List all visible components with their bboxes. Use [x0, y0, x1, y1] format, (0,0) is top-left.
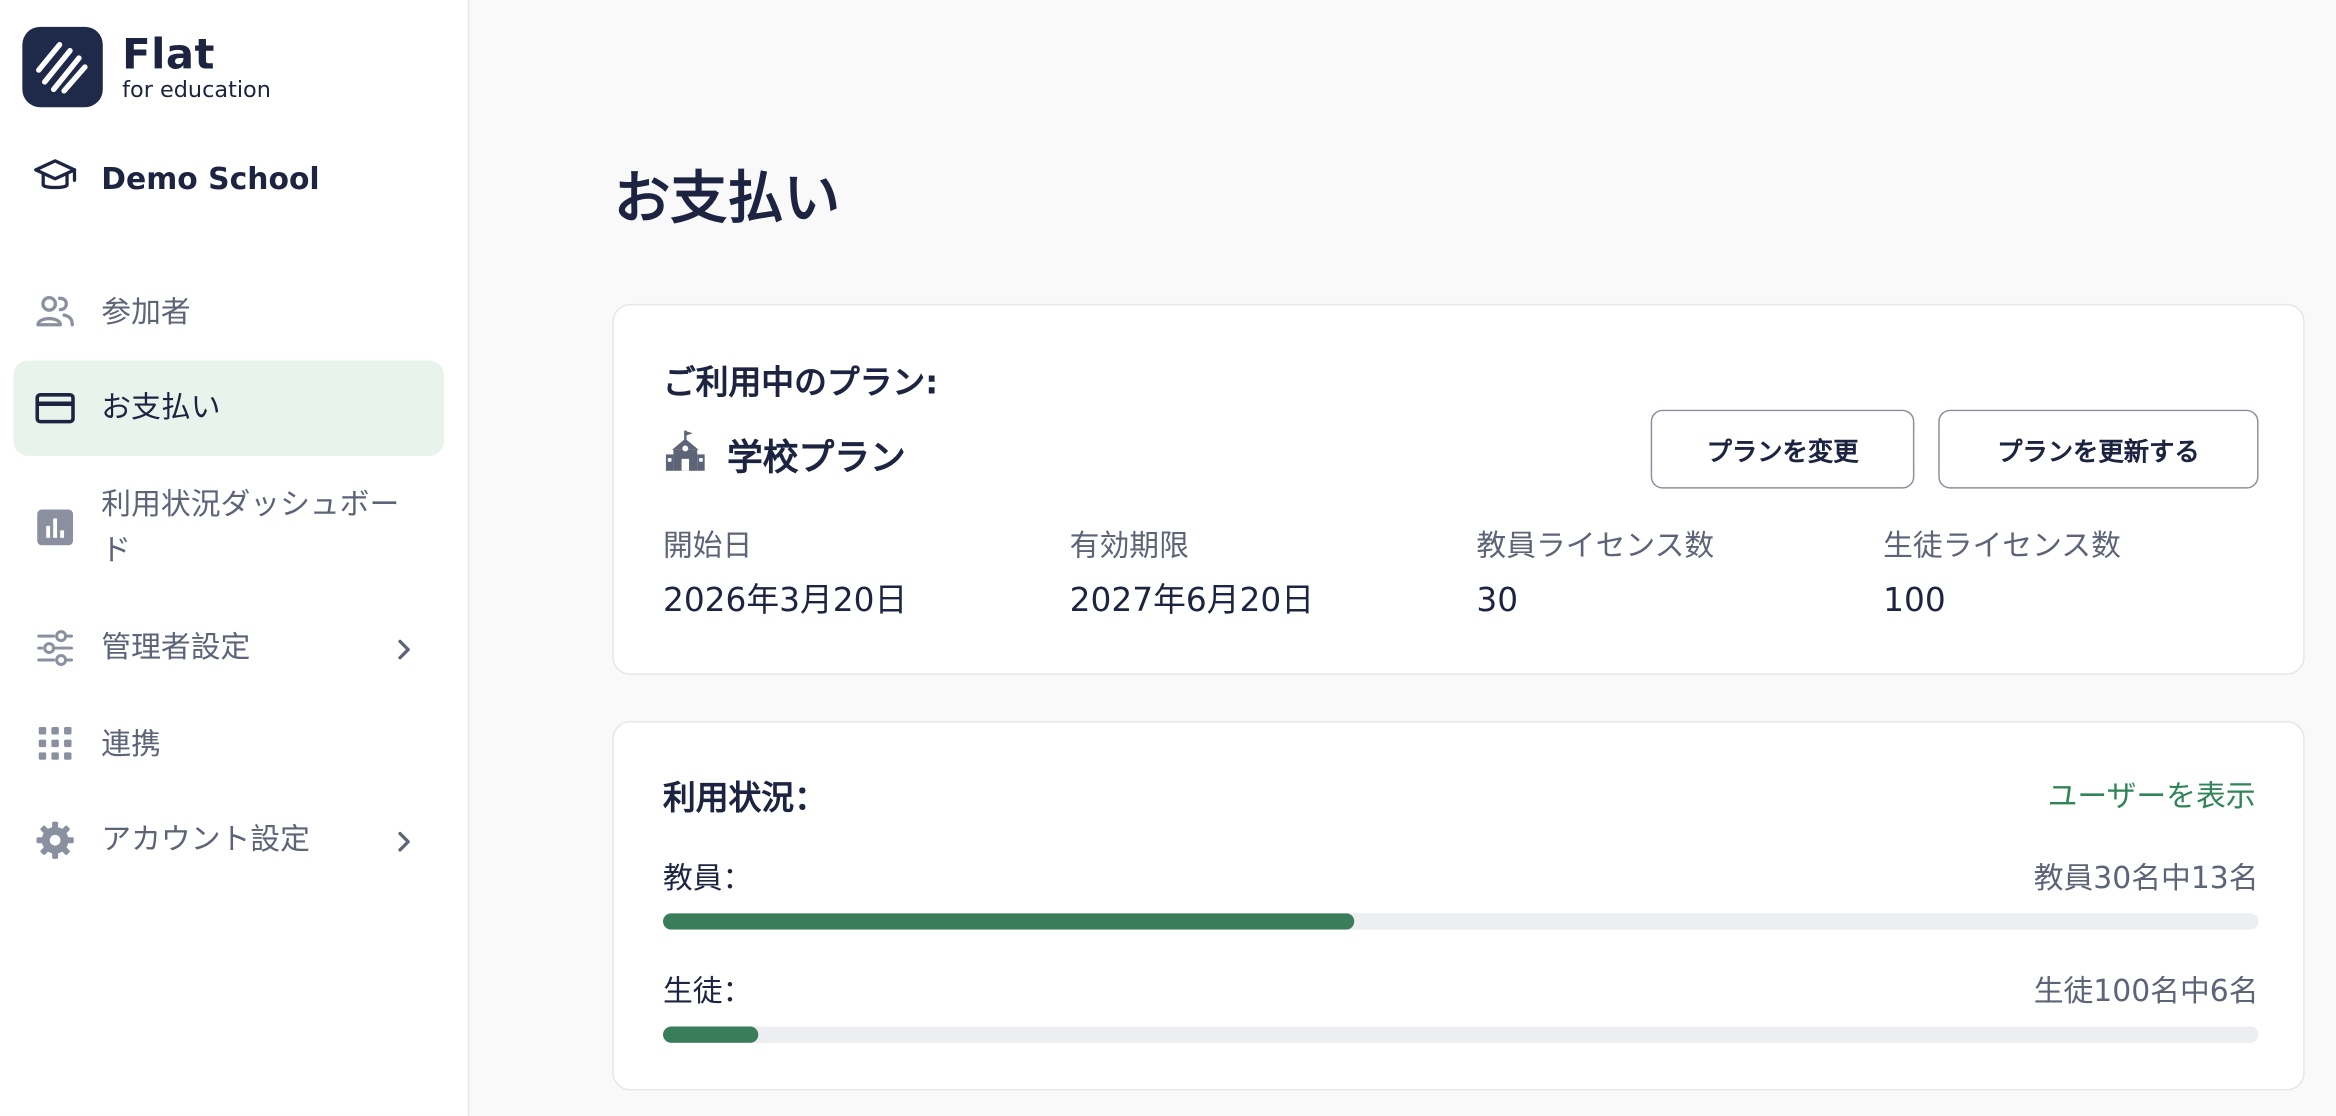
grid-icon: [33, 721, 78, 766]
sidebar-item-label: 連携: [101, 724, 161, 761]
stat-teacher-licenses: 教員ライセンス数 30: [1476, 524, 1883, 622]
app-root: Flat for education Demo School 参加者 お支払い …: [0, 0, 2336, 1116]
sidebar-item-account-settings[interactable]: アカウント設定: [13, 792, 444, 887]
school-name: Demo School: [101, 160, 320, 197]
sidebar-nav: 参加者 お支払い 利用状況ダッシュボード 管理者設定 連携 アカウント設定: [13, 264, 444, 888]
sidebar: Flat for education Demo School 参加者 お支払い …: [0, 0, 470, 1116]
progress-fill: [662, 913, 1355, 930]
sidebar-item-participants[interactable]: 参加者: [13, 264, 444, 359]
school-selector[interactable]: Demo School: [33, 153, 320, 204]
usage-label: 教員：: [662, 859, 753, 896]
chevron-right-icon: [393, 829, 414, 851]
sidebar-item-label: アカウント設定: [101, 820, 310, 857]
stat-label: 教員ライセンス数: [1476, 527, 1715, 564]
stat-label: 生徒ライセンス数: [1883, 527, 2121, 564]
usage-count: 生徒100名中6名: [2033, 972, 2259, 1009]
current-plan-card: ご利用中のプラン: 学校プラン プランを変更 プランを更新する 開始日 2026…: [612, 303, 2305, 675]
bar-chart-icon: [33, 505, 78, 550]
brand-logo[interactable]: Flat for education: [22, 26, 271, 108]
usage-card: 利用状況： ユーザーを表示 教員： 教員30名中13名 生徒： 生徒100名中6…: [612, 721, 2305, 1091]
usage-label: 生徒：: [662, 972, 753, 1009]
brand-name: Flat: [122, 29, 215, 79]
stat-label: 開始日: [662, 527, 753, 564]
stat-label: 有効期限: [1069, 527, 1189, 564]
flat-logo-icon: [22, 26, 103, 108]
brand-subtitle: for education: [122, 75, 271, 103]
sidebar-item-usage-dashboard[interactable]: 利用状況ダッシュボード: [13, 456, 444, 599]
page-title: お支払い: [613, 165, 841, 231]
student-usage-progress-bar: [662, 1026, 2259, 1043]
stat-value: 2026年3月20日: [662, 582, 908, 620]
brand-text: Flat for education: [122, 29, 271, 103]
school-building-icon: [663, 428, 708, 479]
view-users-link[interactable]: ユーザーを表示: [2048, 772, 2256, 815]
renew-plan-button[interactable]: プランを更新する: [1938, 409, 2259, 489]
stat-start-date: 開始日 2026年3月20日: [663, 524, 1070, 622]
sidebar-item-integrations[interactable]: 連携: [13, 696, 444, 791]
progress-fill: [662, 1026, 759, 1043]
sliders-icon: [33, 625, 78, 670]
credit-card-icon: [33, 385, 78, 430]
stat-value: 2027年6月20日: [1069, 582, 1314, 620]
usage-heading: 利用状況：: [662, 780, 827, 818]
sidebar-item-label: 参加者: [101, 292, 191, 329]
stat-expiry-date: 有効期限 2027年6月20日: [1070, 524, 1477, 622]
people-icon: [33, 289, 78, 334]
plan-stats: 開始日 2026年3月20日 有効期限 2027年6月20日 教員ライセンス数 …: [663, 524, 2290, 622]
sidebar-item-label: 管理者設定: [101, 628, 251, 665]
change-plan-button[interactable]: プランを変更: [1650, 409, 1915, 489]
plan-name-row: 学校プラン: [663, 428, 906, 480]
sidebar-item-label: お支払い: [101, 388, 221, 425]
sidebar-item-payments[interactable]: お支払い: [13, 359, 444, 456]
plan-heading: ご利用中のプラン:: [662, 365, 939, 403]
sidebar-item-admin-settings[interactable]: 管理者設定: [13, 600, 444, 695]
plan-name: 学校プラン: [727, 436, 906, 479]
usage-count: 教員30名中13名: [2033, 859, 2259, 896]
teacher-usage-progress-bar: [662, 913, 2259, 930]
chevron-right-icon: [393, 637, 414, 659]
sidebar-item-label: 利用状況ダッシュボード: [101, 485, 400, 568]
stat-value: 30: [1476, 582, 1519, 620]
stat-value: 100: [1883, 582, 1946, 620]
graduation-cap-icon: [33, 153, 78, 204]
gear-icon: [33, 817, 78, 862]
stat-student-licenses: 生徒ライセンス数 100: [1883, 524, 2290, 622]
